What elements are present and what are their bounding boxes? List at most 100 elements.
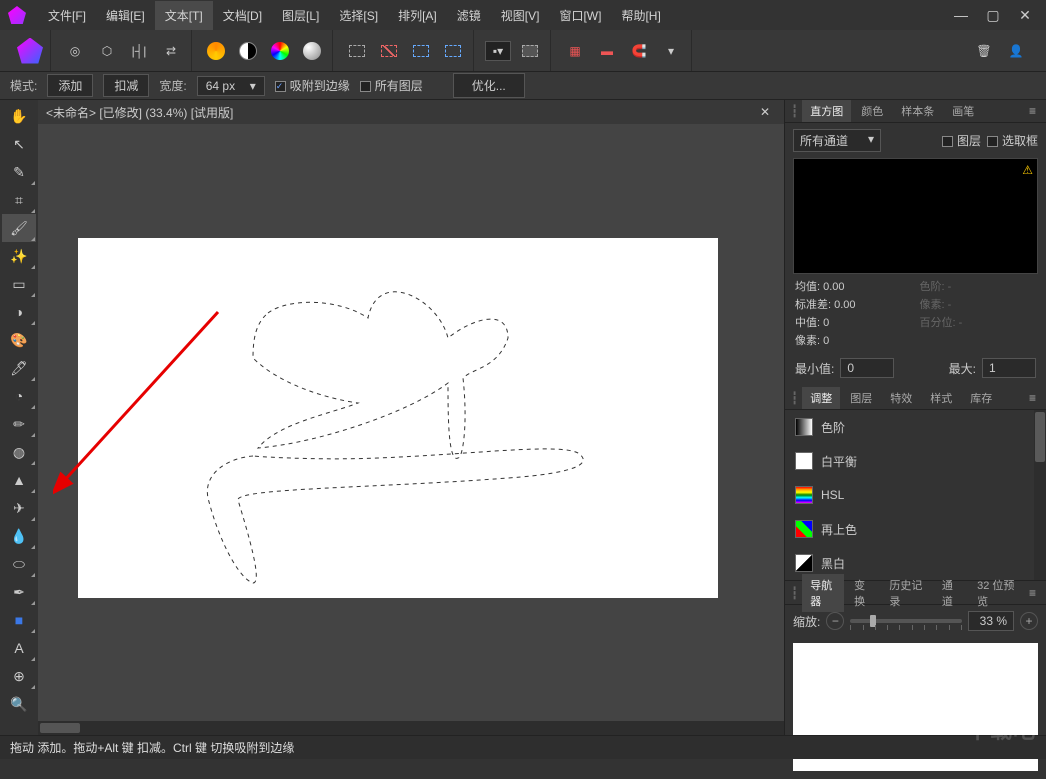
- navigator-panel-tabs: ┇导航器变换历史记录通道32 位预览≡: [785, 581, 1046, 605]
- swatch-rainbow-icon[interactable]: [266, 37, 294, 65]
- swatch-orange-icon[interactable]: [202, 37, 230, 65]
- adjustment-recolor[interactable]: 再上色: [785, 512, 1046, 546]
- healing-brush-tool[interactable]: ✈: [2, 494, 36, 522]
- histogram-tab-0[interactable]: 直方图: [802, 100, 851, 122]
- horizontal-scrollbar[interactable]: [38, 721, 784, 735]
- mode-subtract-button[interactable]: 扣减: [103, 74, 149, 97]
- zoom-slider[interactable]: [850, 619, 962, 623]
- histogram-tab-3[interactable]: 画笔: [944, 100, 982, 122]
- menu-10[interactable]: 帮助[H]: [611, 1, 670, 30]
- snap-edges-checkbox[interactable]: 吸附到边缘: [275, 77, 350, 94]
- zoom-in-button[interactable]: +: [1020, 612, 1038, 630]
- move-tool[interactable]: ↖: [2, 130, 36, 158]
- adjustments-scrollbar[interactable]: [1034, 410, 1046, 580]
- quick-mask-icon[interactable]: ▪▾: [484, 37, 512, 65]
- minimize-button[interactable]: —: [954, 7, 968, 24]
- adjustment-hsl[interactable]: HSL: [785, 478, 1046, 512]
- text-tool[interactable]: A: [2, 634, 36, 662]
- adjustments-tab-4[interactable]: 库存: [962, 387, 1000, 409]
- navigator-panel-menu-button[interactable]: ≡: [1025, 586, 1040, 600]
- zoom-tool[interactable]: 🔍: [2, 690, 36, 718]
- menu-8[interactable]: 视图[V]: [491, 1, 550, 30]
- maximize-button[interactable]: ▢: [986, 7, 1000, 24]
- document-tab[interactable]: <未命名> [已修改] (33.4%) [试用版] ✕: [38, 100, 784, 124]
- zoom-out-button[interactable]: −: [826, 612, 844, 630]
- adjustments-tab-1[interactable]: 图层: [842, 387, 880, 409]
- pencil-tool[interactable]: ✏: [2, 410, 36, 438]
- guides-icon[interactable]: ▬: [593, 37, 621, 65]
- menu-4[interactable]: 图层[L]: [272, 1, 329, 30]
- adjustment-white-balance[interactable]: 白平衡: [785, 444, 1046, 478]
- menu-1[interactable]: 编辑[E]: [96, 1, 155, 30]
- adjustment-black-white[interactable]: 黑白: [785, 546, 1046, 580]
- menu-6[interactable]: 排列[A]: [388, 1, 447, 30]
- selection-contract-icon[interactable]: [407, 37, 435, 65]
- levels-swatch-icon: [795, 418, 813, 436]
- hand-tool[interactable]: ✋: [2, 102, 36, 130]
- close-window-button[interactable]: ✕: [1018, 7, 1032, 24]
- selection-brush-tool[interactable]: 🖌: [2, 214, 36, 242]
- fill-tool[interactable]: ◍: [2, 438, 36, 466]
- black-white-swatch-icon: [795, 554, 813, 572]
- min-label: 最小值:: [795, 360, 834, 377]
- pen-tool[interactable]: ✒: [2, 578, 36, 606]
- layer-checkbox[interactable]: 图层: [942, 132, 981, 149]
- mode-add-button[interactable]: 添加: [47, 74, 93, 97]
- histogram-tab-1[interactable]: 颜色: [853, 100, 891, 122]
- mask-toggle-icon[interactable]: [516, 37, 544, 65]
- swatch-bw-icon[interactable]: [234, 37, 262, 65]
- gradient-tool[interactable]: ▲: [2, 466, 36, 494]
- adjustments-tab-3[interactable]: 样式: [922, 387, 960, 409]
- hsl-swatch-icon: [795, 486, 813, 504]
- assistant-icon[interactable]: 👤: [1002, 37, 1030, 65]
- menu-5[interactable]: 选择[S]: [329, 1, 388, 30]
- persona-export-icon[interactable]: ⇄: [157, 37, 185, 65]
- adjustments-tab-0[interactable]: 调整: [802, 387, 840, 409]
- adjustments-tab-2[interactable]: 特效: [882, 387, 920, 409]
- menu-2[interactable]: 文本[T]: [155, 1, 213, 30]
- snap-icon[interactable]: 🧲: [625, 37, 653, 65]
- all-layers-checkbox[interactable]: 所有图层: [360, 77, 423, 94]
- adjustment-levels[interactable]: 色阶: [785, 410, 1046, 444]
- persona-develop-icon[interactable]: ⬡: [93, 37, 121, 65]
- menu-9[interactable]: 窗口[W]: [549, 1, 611, 30]
- optimize-button[interactable]: 优化...: [453, 73, 525, 98]
- persona-photo-icon[interactable]: [16, 37, 44, 65]
- menu-7[interactable]: 滤镜: [447, 1, 491, 30]
- persona-liquify-icon[interactable]: ◎: [61, 37, 89, 65]
- close-tab-button[interactable]: ✕: [754, 105, 776, 119]
- crop-tool[interactable]: ⌗: [2, 186, 36, 214]
- marquee-tool[interactable]: ▭: [2, 270, 36, 298]
- magic-wand-tool[interactable]: ✨: [2, 242, 36, 270]
- channel-select[interactable]: 所有通道▾: [793, 129, 881, 152]
- adjustments-panel-menu-button[interactable]: ≡: [1025, 391, 1040, 405]
- menu-0[interactable]: 文件[F]: [38, 1, 96, 30]
- menu-3[interactable]: 文档[D]: [213, 1, 272, 30]
- histogram-tab-2[interactable]: 样本条: [893, 100, 942, 122]
- pixel-tool[interactable]: ◔: [2, 382, 36, 410]
- blur-tool[interactable]: 💧: [2, 522, 36, 550]
- brush-tool[interactable]: 🖊: [2, 354, 36, 382]
- min-input[interactable]: 0: [840, 358, 894, 378]
- zoom-value-input[interactable]: 33 %: [968, 611, 1014, 631]
- selection-cross-icon[interactable]: [375, 37, 403, 65]
- max-input[interactable]: 1: [982, 358, 1036, 378]
- mesh-tool[interactable]: ⊕: [2, 662, 36, 690]
- canvas-viewport[interactable]: [38, 124, 784, 735]
- selection-checkbox[interactable]: 选取框: [987, 132, 1038, 149]
- shape-tool[interactable]: ■: [2, 606, 36, 634]
- paint-mixer-tool[interactable]: 🎨: [2, 326, 36, 354]
- trash-icon[interactable]: 🗑: [970, 37, 998, 65]
- grid-icon[interactable]: ▦: [561, 37, 589, 65]
- swatch-grad-icon[interactable]: [298, 37, 326, 65]
- selection-expand-icon[interactable]: [439, 37, 467, 65]
- clone-tool[interactable]: ⬭: [2, 550, 36, 578]
- persona-tone-icon[interactable]: |┤|: [125, 37, 153, 65]
- selection-rect-icon[interactable]: [343, 37, 371, 65]
- snap-opts-icon[interactable]: ▾: [657, 37, 685, 65]
- color-picker-tool[interactable]: ✎: [2, 158, 36, 186]
- histogram-panel-menu-button[interactable]: ≡: [1025, 104, 1040, 118]
- width-select[interactable]: 64 px▾: [197, 76, 265, 96]
- canvas[interactable]: [78, 238, 718, 598]
- flood-select-tool[interactable]: ◑: [2, 298, 36, 326]
